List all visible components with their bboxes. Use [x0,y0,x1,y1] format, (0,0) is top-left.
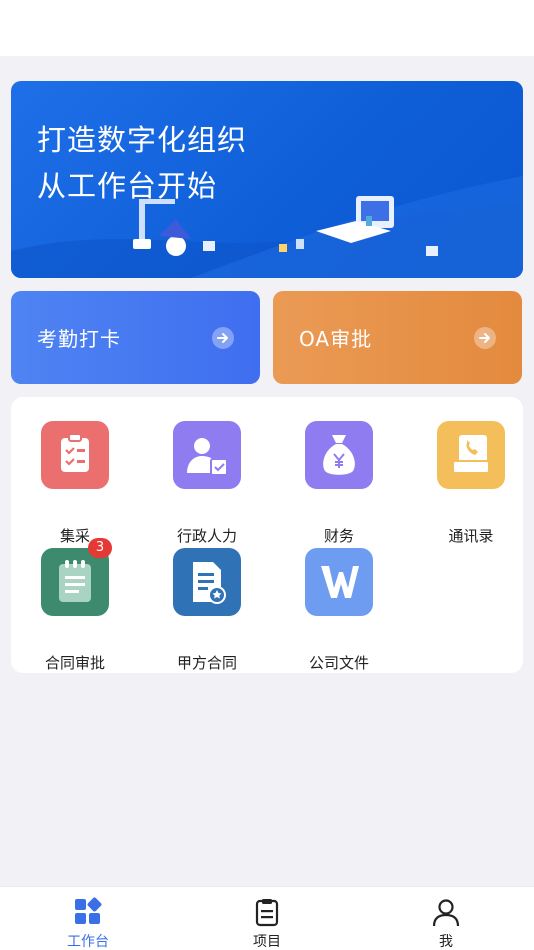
money-bag-icon [305,421,373,489]
app-hr-admin[interactable]: 行政人力 [147,421,267,545]
attendance-checkin-label: 考勤打卡 [37,327,121,351]
arrow-right-icon [212,327,234,349]
oa-approval-button[interactable]: OA审批 [273,291,522,384]
attendance-checkin-button[interactable]: 考勤打卡 [11,291,260,384]
bottom-tab-bar: 工作台 项目 我 [0,886,534,950]
notepad-icon [41,548,109,616]
app-finance[interactable]: 财务 [279,421,399,545]
tab-label: 工作台 [67,934,109,950]
clipboard-icon [255,899,279,927]
arrow-right-icon [474,327,496,349]
app-label: 行政人力 [176,527,237,545]
tab-label: 我 [439,934,453,950]
clipboard-check-icon [41,421,109,489]
app-procurement[interactable]: 集采 [15,421,135,545]
hero-banner[interactable]: 打造数字化组织 从工作台开始 [11,81,523,278]
word-file-icon [305,548,373,616]
tab-label: 项目 [253,934,281,950]
app-company-files[interactable]: 公司文件 [279,548,399,672]
notification-badge: 3 [88,538,112,558]
status-bar [0,0,534,56]
app-contacts[interactable]: 通讯录 [411,421,531,545]
tab-workbench[interactable]: 工作台 [28,887,148,950]
app-label: 合同审批 [44,654,105,672]
user-icon [432,899,460,927]
app-label: 通讯录 [448,527,494,545]
app-label: 财务 [323,527,354,545]
banner-line-2: 从工作台开始 [37,169,218,203]
banner-title: 打造数字化组织 从工作台开始 [37,117,247,209]
app-label: 公司文件 [308,654,369,672]
app-label: 集采 [59,527,90,545]
banner-line-1: 打造数字化组织 [37,123,248,157]
phone-book-icon [437,421,505,489]
tab-me[interactable]: 我 [386,887,506,950]
app-label: 甲方合同 [176,654,237,672]
document-star-icon [173,548,241,616]
tab-projects[interactable]: 项目 [207,887,327,950]
oa-approval-label: OA审批 [299,327,373,351]
apps-grid: 集采 行政人力 财务 通讯录 3 合同审批 甲方合同 公司文件 [11,397,523,673]
app-contract-approval[interactable]: 3 合同审批 [15,538,135,672]
app-client-contract[interactable]: 甲方合同 [147,548,267,672]
person-badge-icon [173,421,241,489]
grid-icon [75,897,102,924]
